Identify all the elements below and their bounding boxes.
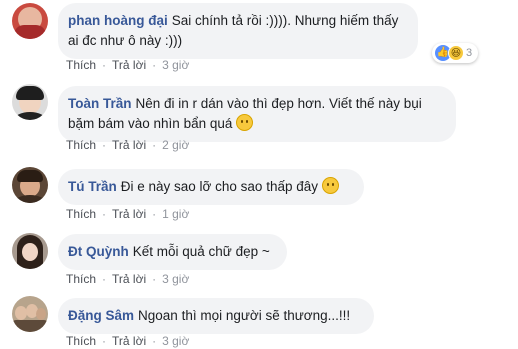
emoji-icon <box>322 177 339 194</box>
comment-author[interactable]: Toàn Trần <box>68 96 132 111</box>
comment-author[interactable]: Đt Quỳnh <box>68 244 129 259</box>
avatar[interactable] <box>12 296 48 332</box>
comment-time[interactable]: 3 giờ <box>162 58 189 72</box>
comment-author[interactable]: phan hoàng đại <box>68 13 168 28</box>
emoji-icon <box>236 114 254 131</box>
comment-text: Kết mỗi quả chữ đẹp ~ <box>132 244 270 259</box>
reply-link[interactable]: Trả lời <box>112 207 146 221</box>
like-link[interactable]: Thích <box>66 334 96 348</box>
reaction-count: 3 <box>466 47 473 59</box>
comment-author[interactable]: Đặng Sâm <box>68 308 134 323</box>
comment-actions: Thích · Trả lời · 3 giờ <box>66 334 190 348</box>
comment-actions: Thích · Trả lời · 3 giờ <box>66 272 190 286</box>
like-link[interactable]: Thích <box>66 138 96 152</box>
avatar[interactable] <box>12 167 48 203</box>
comment-bubble: Tú Trần Đi e này sao lỡ cho sao thấp đây <box>58 169 364 205</box>
reply-link[interactable]: Trả lời <box>112 138 146 152</box>
like-link[interactable]: Thích <box>66 207 96 221</box>
reply-link[interactable]: Trả lời <box>112 334 146 348</box>
haha-reaction-icon: 😆 <box>448 45 464 61</box>
comment-time[interactable]: 3 giờ <box>162 334 189 348</box>
avatar[interactable] <box>12 233 48 269</box>
comment-actions: Thích · Trả lời · 1 giờ <box>66 207 190 221</box>
avatar[interactable] <box>12 3 48 39</box>
avatar[interactable] <box>12 84 48 120</box>
comment-text: Đi e này sao lỡ cho sao thấp đây <box>120 179 318 194</box>
comment-bubble: Đt Quỳnh Kết mỗi quả chữ đẹp ~ <box>58 234 287 270</box>
reaction-summary[interactable]: 👍 😆 3 <box>432 43 479 63</box>
comment-bubble: Đặng Sâm Ngoan thì mọi người sẽ thương...… <box>58 298 374 334</box>
like-link[interactable]: Thích <box>66 58 96 72</box>
comment-time[interactable]: 3 giờ <box>162 272 189 286</box>
comment-bubble: phan hoàng đại Sai chính tả rồi :)))). Nh… <box>58 3 418 59</box>
comment-author[interactable]: Tú Trần <box>68 179 117 194</box>
reply-link[interactable]: Trả lời <box>112 272 146 286</box>
reply-link[interactable]: Trả lời <box>112 58 146 72</box>
comment-bubble: Toàn Trần Nên đi in r dán vào thì đẹp hơn… <box>58 86 456 142</box>
comment-actions: Thích · Trả lời · 3 giờ <box>66 58 190 72</box>
comment-time[interactable]: 1 giờ <box>162 207 189 221</box>
comment-time[interactable]: 2 giờ <box>162 138 189 152</box>
comment-actions: Thích · Trả lời · 2 giờ <box>66 138 190 152</box>
comment-text: Ngoan thì mọi người sẽ thương...!!! <box>138 308 351 323</box>
like-link[interactable]: Thích <box>66 272 96 286</box>
